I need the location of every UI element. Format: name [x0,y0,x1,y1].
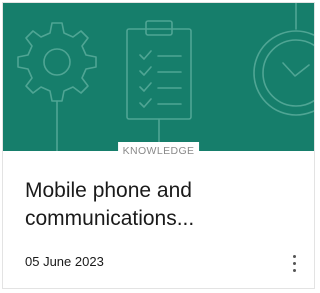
clipboard-checklist-icon [126,20,192,151]
more-options-button[interactable] [286,251,304,275]
card-title[interactable]: Mobile phone and communications... [25,177,285,233]
card-banner-image [3,3,314,151]
knowledge-card[interactable]: KNOWLEDGE Mobile phone and communication… [2,2,315,289]
stopwatch-icon [253,3,314,116]
more-vertical-icon [293,255,296,258]
publish-date: 05 June 2023 [25,254,104,269]
gear-icon [17,22,97,151]
more-vertical-icon-dot [293,262,296,265]
more-vertical-icon-dot [293,269,296,272]
category-label: KNOWLEDGE [117,142,200,159]
